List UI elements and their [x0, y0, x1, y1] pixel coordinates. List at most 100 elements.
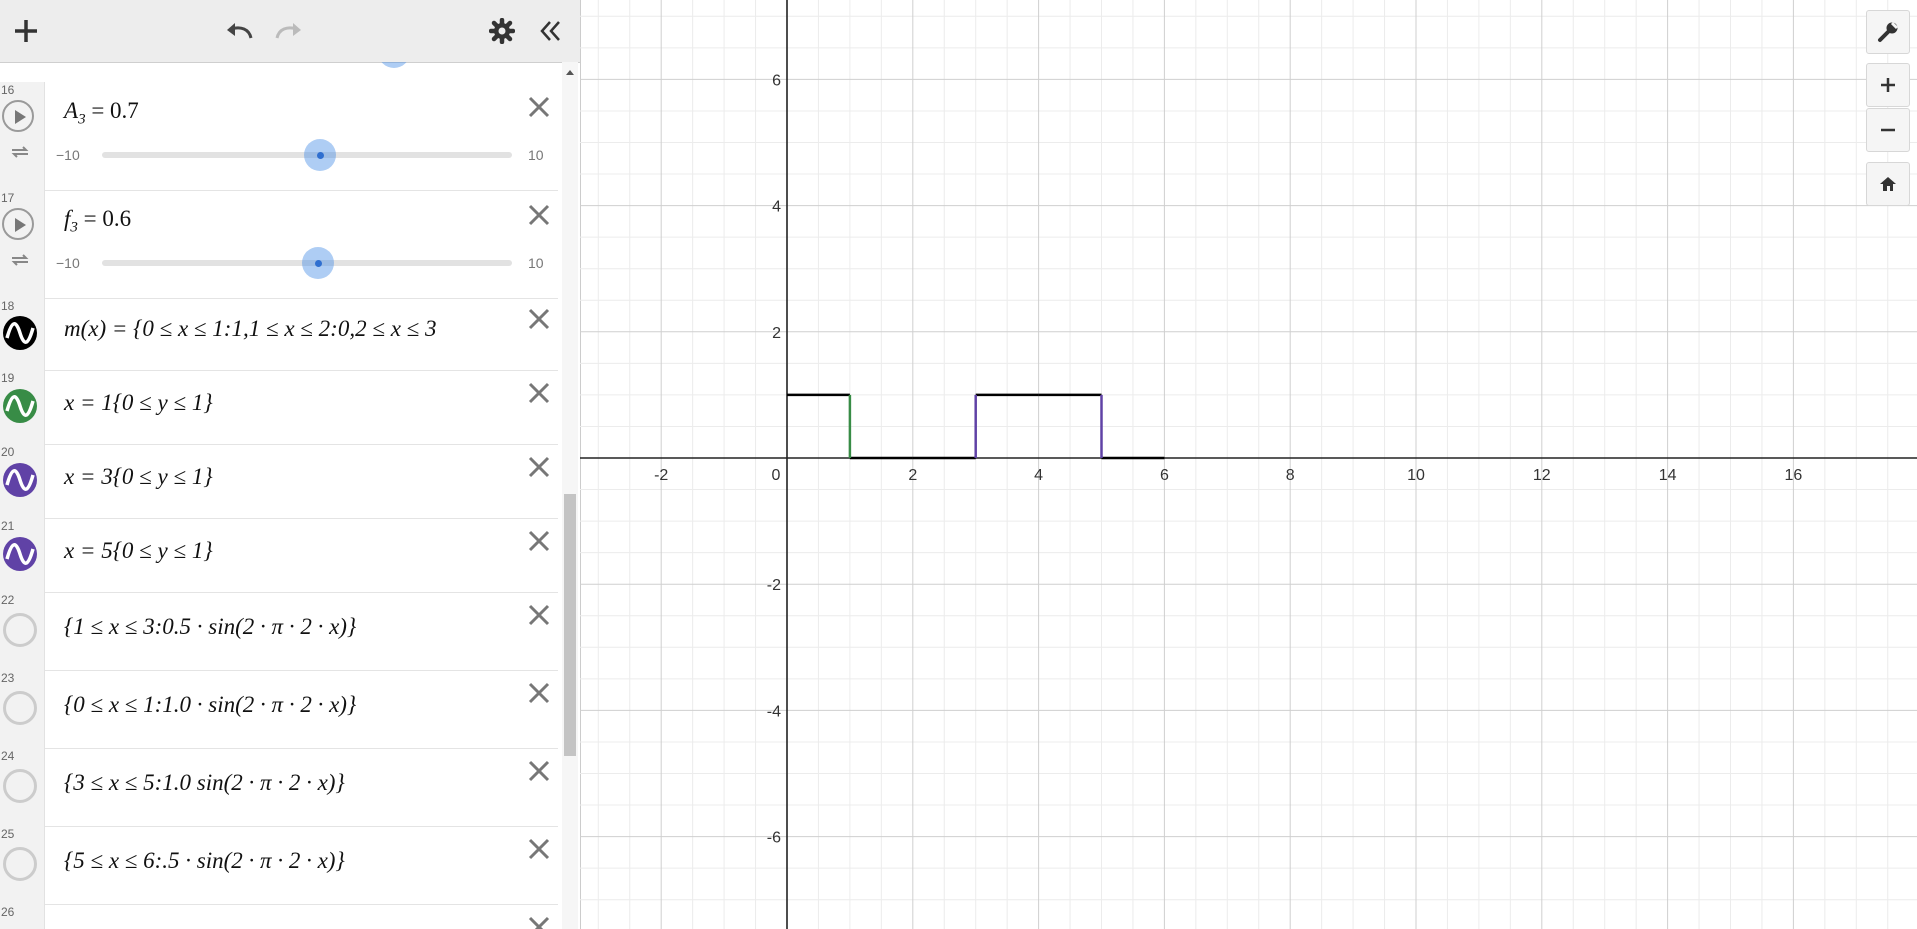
x-tick-label: 0: [772, 467, 781, 484]
scrollbar-thumb[interactable]: [564, 494, 576, 756]
expression-gutter: 20: [0, 444, 45, 518]
slider-handle[interactable]: [302, 247, 334, 279]
minor-gridlines: [580, 0, 1917, 929]
expression-math[interactable]: {5 ≤ x ≤ 6:.5 · sin(2 · π · 2 · x)}: [64, 848, 345, 874]
graph-color-icon[interactable]: [3, 316, 37, 350]
expression-math[interactable]: {3 ≤ x ≤ 5:1.0 sin(2 · π · 2 · x)}: [64, 770, 345, 796]
x-tick-label: 4: [1034, 467, 1043, 484]
slider-min[interactable]: −10: [56, 255, 80, 271]
graph-color-icon[interactable]: [3, 463, 37, 497]
settings-button[interactable]: [484, 13, 520, 49]
x-tick-label: 2: [908, 467, 917, 484]
graph-canvas[interactable]: -2 0 2 4 6 8 10 12 14 16 6 4 2 -2 -4 -6: [580, 0, 1917, 929]
close-icon[interactable]: [524, 600, 554, 630]
expression-row[interactable]: 23 {0 ≤ x ≤ 1:1.0 · sin(2 · π · 2 · x)}: [0, 670, 558, 749]
collapse-panel-button[interactable]: [532, 13, 568, 49]
undo-button[interactable]: [222, 13, 258, 49]
expression-row[interactable]: 22 {1 ≤ x ≤ 3:0.5 · sin(2 · π · 2 · x)}: [0, 592, 558, 671]
y-tick-label: -6: [767, 830, 781, 847]
expression-row[interactable]: 17 f3 = 0.6 −10 10: [0, 190, 558, 299]
expression-row[interactable]: 20 x = 3{0 ≤ y ≤ 1}: [0, 444, 558, 519]
loop-icon[interactable]: [10, 144, 30, 160]
expression-number: 21: [1, 519, 15, 533]
close-icon[interactable]: [524, 304, 554, 334]
expression-gutter: 23: [0, 670, 45, 748]
expression-math[interactable]: x = 5{0 ≤ y ≤ 1}: [64, 538, 213, 564]
expression-gutter: 26: [0, 904, 45, 929]
add-expression-button[interactable]: [8, 13, 44, 49]
expression-gutter: 16: [0, 82, 45, 190]
close-icon[interactable]: [524, 92, 554, 122]
expression-toolbar: [0, 0, 580, 63]
expression-math[interactable]: x = 1{0 ≤ y ≤ 1}: [64, 390, 213, 416]
zoom-in-button[interactable]: [1866, 63, 1910, 107]
close-icon[interactable]: [524, 834, 554, 864]
graph-color-icon[interactable]: [3, 389, 37, 423]
loop-icon[interactable]: [10, 252, 30, 268]
hidden-graph-toggle[interactable]: [3, 613, 37, 647]
slider-handle[interactable]: [304, 139, 336, 171]
slider-max[interactable]: 10: [528, 147, 544, 163]
y-tick-label: 6: [772, 72, 781, 89]
graph-color-icon[interactable]: [3, 537, 37, 571]
graph-settings-button[interactable]: [1866, 10, 1910, 54]
close-icon[interactable]: [524, 912, 554, 929]
expression-panel: 16 A3 = 0.7 −10 10 17 f3 = 0.6 −10 10 18…: [0, 0, 581, 929]
hidden-graph-toggle[interactable]: [3, 769, 37, 803]
y-tick-label: 4: [772, 199, 781, 216]
gear-icon: [489, 18, 515, 44]
expression-math[interactable]: x = 3{0 ≤ y ≤ 1}: [64, 464, 213, 490]
expression-gutter: 25: [0, 826, 45, 904]
home-button[interactable]: [1866, 162, 1910, 206]
close-icon[interactable]: [524, 526, 554, 556]
y-tick-label: -4: [767, 703, 781, 720]
axes: [580, 0, 1917, 929]
expression-row[interactable]: 18 m(x) = {0 ≤ x ≤ 1:1,1 ≤ x ≤ 2:0,2 ≤ x…: [0, 298, 558, 371]
x-tick-label: 10: [1407, 467, 1425, 484]
tick-labels: -2 0 2 4 6 8 10 12 14 16 6 4 2 -2 -4 -6: [654, 72, 1802, 846]
minus-icon: [1881, 128, 1895, 132]
expression-math[interactable]: {0 ≤ x ≤ 1:1.0 · sin(2 · π · 2 · x)}: [64, 692, 356, 718]
expression-math[interactable]: A3 = 0.7: [64, 98, 139, 129]
expression-number: 25: [1, 827, 15, 841]
play-icon[interactable]: [2, 208, 34, 240]
x-tick-label: 6: [1160, 467, 1169, 484]
expression-row[interactable]: 26: [0, 904, 558, 929]
expression-number: 24: [1, 749, 15, 763]
expression-row[interactable]: 25 {5 ≤ x ≤ 6:.5 · sin(2 · π · 2 · x)}: [0, 826, 558, 905]
expression-list: 16 A3 = 0.7 −10 10 17 f3 = 0.6 −10 10 18…: [0, 62, 560, 929]
expression-math[interactable]: f3 = 0.6: [64, 206, 131, 237]
expression-number: 18: [1, 299, 15, 313]
expression-number: 26: [1, 905, 15, 919]
x-tick-label: 16: [1785, 467, 1803, 484]
zoom-out-button[interactable]: [1866, 108, 1910, 152]
expression-row[interactable]: 19 x = 1{0 ≤ y ≤ 1}: [0, 370, 558, 445]
expression-row[interactable]: 21 x = 5{0 ≤ y ≤ 1}: [0, 518, 558, 593]
close-icon[interactable]: [524, 756, 554, 786]
expression-math[interactable]: {1 ≤ x ≤ 3:0.5 · sin(2 · π · 2 · x)}: [64, 614, 356, 640]
redo-icon: [275, 23, 301, 39]
hidden-graph-toggle[interactable]: [3, 847, 37, 881]
expression-row[interactable]: 16 A3 = 0.7 −10 10: [0, 82, 558, 191]
y-tick-label: -2: [767, 577, 781, 594]
close-icon[interactable]: [524, 200, 554, 230]
slider-handle-partial[interactable]: [378, 62, 410, 68]
expression-math[interactable]: m(x) = {0 ≤ x ≤ 1:1,1 ≤ x ≤ 2:0,2 ≤ x ≤ …: [64, 316, 514, 342]
hidden-graph-toggle[interactable]: [3, 691, 37, 725]
close-icon[interactable]: [524, 678, 554, 708]
redo-button[interactable]: [270, 13, 306, 49]
expression-number: 19: [1, 371, 15, 385]
slider-max[interactable]: 10: [528, 255, 544, 271]
y-tick-label: 2: [772, 325, 781, 342]
scroll-up-arrow-icon[interactable]: [562, 66, 578, 80]
expression-list-scrollbar[interactable]: [562, 62, 578, 929]
wrench-icon: [1878, 21, 1899, 42]
plus-icon: [1881, 78, 1895, 92]
slider-min[interactable]: −10: [56, 147, 80, 163]
major-gridlines: [580, 0, 1917, 929]
expression-gutter: 22: [0, 592, 45, 670]
close-icon[interactable]: [524, 378, 554, 408]
expression-row[interactable]: 24 {3 ≤ x ≤ 5:1.0 sin(2 · π · 2 · x)}: [0, 748, 558, 827]
play-icon[interactable]: [2, 100, 34, 132]
close-icon[interactable]: [524, 452, 554, 482]
